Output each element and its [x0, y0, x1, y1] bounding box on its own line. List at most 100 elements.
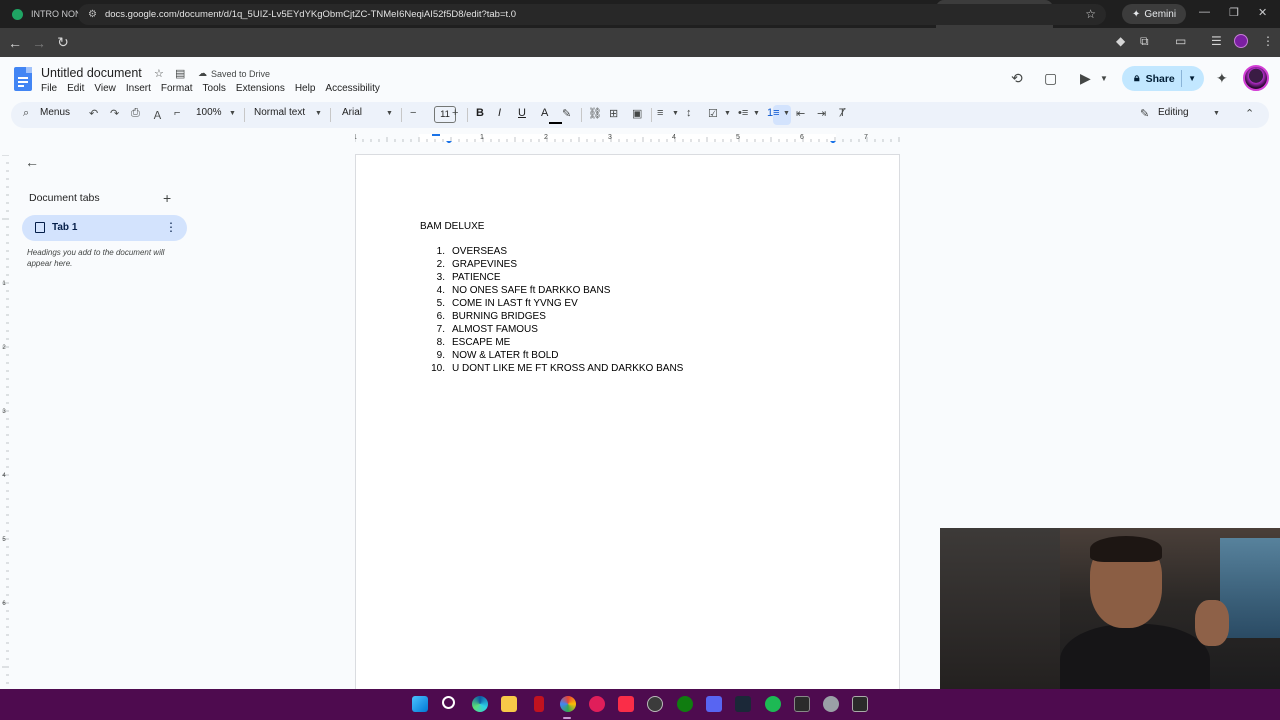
steam-icon[interactable]: [735, 696, 751, 712]
clear-formatting-icon[interactable]: Ⱦ: [839, 107, 846, 119]
chevron-down-icon[interactable]: ▼: [386, 110, 393, 117]
decrease-font-size-icon[interactable]: −: [410, 107, 416, 119]
github-icon[interactable]: [647, 696, 663, 712]
print-icon[interactable]: ⎙: [131, 107, 140, 120]
search-icon[interactable]: ⌕: [23, 107, 29, 120]
edge-icon[interactable]: [472, 696, 488, 712]
comments-icon[interactable]: ▢: [1044, 70, 1057, 87]
chevron-down-icon[interactable]: ▼: [315, 110, 322, 117]
url-bar[interactable]: ⚙ docs.google.com/document/d/1q_5UIZ-Lv5…: [78, 4, 1106, 25]
reading-list-icon[interactable]: ☰: [1211, 34, 1222, 48]
windows-start-icon[interactable]: [412, 696, 428, 712]
site-info-icon[interactable]: ⚙: [88, 9, 97, 20]
font-select[interactable]: Arial: [342, 107, 362, 118]
document-page[interactable]: BAM DELUXE 1. OVERSEAS 2. GRAPEVINES 3. PATIE…: [355, 154, 900, 694]
version-history-icon[interactable]: ⟲: [1011, 70, 1023, 87]
share-button[interactable]: 🔒︎ Share ▼: [1122, 66, 1204, 91]
settings-icon[interactable]: [823, 696, 839, 712]
chevron-down-icon[interactable]: ▼: [783, 110, 790, 117]
app-icon[interactable]: [534, 696, 544, 712]
move-folder-icon[interactable]: ▤: [175, 67, 185, 80]
docs-logo-icon[interactable]: [14, 67, 32, 91]
add-comment-icon[interactable]: ⊞: [609, 107, 618, 120]
meet-icon[interactable]: ▶: [1080, 70, 1091, 87]
discord-icon[interactable]: [706, 696, 722, 712]
pencil-icon[interactable]: ✎: [1140, 107, 1149, 120]
cast-icon[interactable]: ▭: [1175, 34, 1186, 48]
list-item[interactable]: 9. NOW & LATER ft BOLD: [426, 350, 683, 363]
horizontal-ruler[interactable]: 1 1 2 3 4 5 6 7: [355, 131, 900, 143]
checklist-icon[interactable]: ☑: [708, 107, 718, 120]
document-tab-1[interactable]: Tab 1 ⋮: [22, 215, 187, 241]
italic-icon[interactable]: I: [498, 107, 501, 119]
text-color-icon[interactable]: A: [541, 107, 548, 119]
search-menus[interactable]: Menus: [40, 107, 70, 118]
list-item[interactable]: 7. ALMOST FAMOUS: [426, 324, 683, 337]
app-dark-icon[interactable]: [794, 696, 810, 712]
search-icon[interactable]: [442, 696, 455, 709]
redo-icon[interactable]: ↷: [110, 107, 119, 120]
spellcheck-icon[interactable]: Ａ: [152, 107, 163, 123]
menu-insert[interactable]: Insert: [126, 83, 151, 94]
paragraph-style-select[interactable]: Normal text: [254, 107, 305, 118]
gemini-sparkle-icon[interactable]: ✦: [1216, 70, 1228, 87]
back-icon[interactable]: ←: [3, 35, 27, 51]
chevron-down-icon[interactable]: ▼: [753, 110, 760, 117]
list-item[interactable]: 2. GRAPEVINES: [426, 259, 683, 272]
share-caret-icon[interactable]: ▼: [1188, 74, 1196, 83]
list-item[interactable]: 10. U DONT LIKE ME FT KROSS AND DARKKO BA…: [426, 363, 683, 376]
menu-accessibility[interactable]: Accessibility: [325, 83, 379, 94]
forward-icon[interactable]: →: [27, 35, 51, 51]
vertical-ruler[interactable]: 1 2 3 4 5 6: [0, 155, 10, 690]
chevron-down-icon[interactable]: ▼: [672, 110, 679, 117]
list-item[interactable]: 8. ESCAPE ME: [426, 337, 683, 350]
spotify-icon[interactable]: [765, 696, 781, 712]
more-options-icon[interactable]: ⋮: [165, 220, 177, 234]
increase-indent-icon[interactable]: ⇥: [817, 107, 826, 120]
browser-profile-avatar[interactable]: [1234, 34, 1248, 48]
underline-icon[interactable]: U: [518, 107, 526, 119]
numbered-list-icon[interactable]: 1≡: [767, 107, 780, 119]
bookmark-star-icon[interactable]: ☆: [1085, 7, 1096, 21]
bold-icon[interactable]: B: [476, 107, 484, 119]
decrease-indent-icon[interactable]: ⇤: [796, 107, 805, 120]
account-avatar[interactable]: [1243, 65, 1269, 91]
back-arrow-icon[interactable]: ←: [25, 154, 39, 170]
star-icon[interactable]: ☆: [154, 67, 164, 80]
list-item[interactable]: 3. PATIENCE: [426, 272, 683, 285]
highlight-icon[interactable]: ✎: [562, 107, 571, 120]
editing-mode-select[interactable]: Editing: [1158, 107, 1189, 118]
bulleted-list-icon[interactable]: •≡: [738, 107, 748, 119]
collapse-menus-icon[interactable]: ⌃: [1245, 107, 1254, 120]
chrome-icon[interactable]: [560, 696, 576, 712]
apple-music-icon[interactable]: [618, 696, 634, 712]
save-status[interactable]: ☁ Saved to Drive: [198, 68, 270, 79]
menu-file[interactable]: File: [41, 83, 57, 94]
xbox-icon[interactable]: [677, 696, 693, 712]
menu-edit[interactable]: Edit: [67, 83, 84, 94]
list-item[interactable]: 5. COME IN LAST ft YVNG EV: [426, 298, 683, 311]
menu-tools[interactable]: Tools: [203, 83, 226, 94]
menu-help[interactable]: Help: [295, 83, 316, 94]
left-indent-marker[interactable]: [432, 134, 440, 136]
list-item[interactable]: 4. NO ONES SAFE ft DARKKO BANS: [426, 285, 683, 298]
increase-font-size-icon[interactable]: +: [452, 107, 458, 119]
gemini-button[interactable]: ✦ Gemini: [1122, 4, 1187, 24]
list-item[interactable]: 1. OVERSEAS: [426, 246, 683, 259]
maximize-icon[interactable]: ❐: [1229, 6, 1239, 19]
close-window-icon[interactable]: ✕: [1258, 6, 1267, 19]
list-item[interactable]: 6. BURNING BRIDGES: [426, 311, 683, 324]
browser-menu-icon[interactable]: ⋮: [1262, 34, 1274, 48]
menu-extensions[interactable]: Extensions: [236, 83, 285, 94]
align-icon[interactable]: ≡: [657, 107, 663, 119]
line-spacing-icon[interactable]: ↕: [686, 107, 692, 119]
chevron-down-icon[interactable]: ▼: [229, 110, 236, 117]
insert-image-icon[interactable]: ▣: [632, 107, 642, 120]
menu-format[interactable]: Format: [161, 83, 193, 94]
chevron-down-icon[interactable]: ▼: [724, 110, 731, 117]
file-explorer-icon[interactable]: [501, 696, 517, 712]
meet-caret-icon[interactable]: ▼: [1100, 74, 1108, 83]
zoom-select[interactable]: 100%: [196, 107, 222, 118]
undo-icon[interactable]: ↶: [89, 107, 98, 120]
paint-format-icon[interactable]: ⌐: [174, 107, 180, 119]
